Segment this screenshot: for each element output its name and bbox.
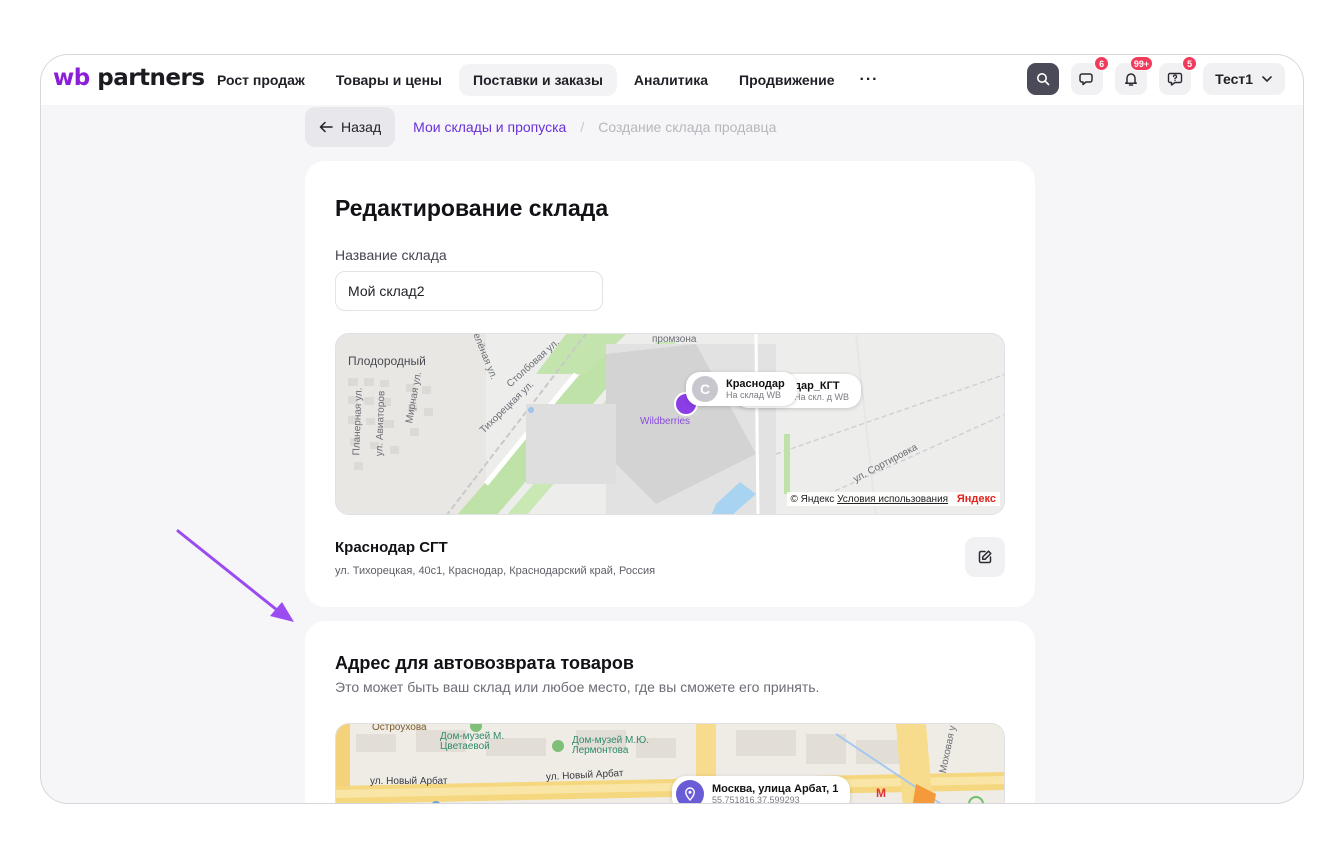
return-map-popup[interactable]: Москва, улица Арбат, 1 55.751816,37.5992… — [672, 776, 851, 804]
nav-goods-prices[interactable]: Товары и цены — [322, 64, 456, 96]
popup-primary-letter: С — [692, 376, 718, 402]
edit-icon — [978, 550, 992, 564]
back-label: Назад — [341, 119, 382, 135]
notifications-button[interactable]: 99+ — [1115, 56, 1154, 95]
main-nav: Рост продаж Товары и цены Поставки и зак… — [203, 64, 886, 96]
edit-address-button[interactable] — [965, 537, 1005, 577]
nav-more-button[interactable]: ··· — [852, 65, 887, 95]
breadcrumb-current: Создание склада продавца — [598, 119, 777, 135]
return-address-map[interactable]: Остроухова Дом-музей М. Цветаевой Дом-му… — [335, 723, 1005, 804]
map-label-promzona: промзона — [652, 334, 697, 345]
search-icon — [1037, 73, 1050, 86]
return-address-title: Адрес для автовозврата товаров — [335, 653, 634, 673]
chevron-down-icon — [1262, 76, 1272, 82]
nav-supplies-orders[interactable]: Поставки и заказы — [459, 64, 617, 96]
search-button[interactable] — [1027, 63, 1060, 95]
map-label-noviy-arbat-1: ул. Новый Арбат — [370, 776, 448, 787]
help-icon — [1167, 72, 1183, 86]
return-address-card: Адрес для автовозврата товаров Это может… — [305, 621, 1035, 804]
breadcrumb-link-warehouses[interactable]: Мои склады и пропуска — [413, 119, 566, 135]
chat-icon — [1079, 73, 1093, 86]
back-button[interactable]: Назад — [305, 107, 396, 147]
warehouse-edit-card: Редактирование склада Название склада Мо… — [305, 161, 1035, 607]
warehouse-name-input[interactable]: Мой склад2 — [335, 271, 603, 311]
wb-partners-logo[interactable]: wb partners — [53, 65, 205, 91]
header-tools: 6 99+ 5 Тест1 — [1015, 56, 1285, 95]
bell-icon — [1125, 73, 1138, 86]
top-bar: wb partners Рост продаж Товары и цены По… — [41, 55, 1303, 105]
page-title: Редактирование склада — [335, 195, 609, 221]
map-popup-primary[interactable]: С Краснодар На склад WB — [686, 372, 797, 406]
nav-analytics[interactable]: Аналитика — [620, 64, 722, 96]
map-terms-link[interactable]: Условия использования — [837, 494, 948, 505]
map-label-tsvetaeva: Дом-музей М. Цветаевой — [440, 731, 505, 752]
return-popup-title: Москва, улица Арбат, 1 — [712, 783, 839, 795]
map-label-ostroukhova: Остроухова — [372, 723, 427, 733]
return-popup-subtitle: 55.751816,37.599293 — [712, 795, 800, 804]
warehouse-address: ул. Тихорецкая, 40с1, Краснодар, Краснод… — [335, 565, 656, 577]
popup-primary-subtitle: На склад WB — [726, 390, 782, 400]
map-label-wildberries: Wildberries — [640, 416, 691, 427]
arrow-left-icon — [319, 121, 333, 133]
metro-icon: М — [876, 786, 886, 800]
popup-secondary-subtitle: На скл. д WB — [794, 392, 850, 402]
warehouse-name-label: Название склада — [335, 247, 447, 263]
warehouse-map[interactable]: промзона Плодородный Столбовая ул. Зелён… — [335, 333, 1005, 515]
help-badge: 5 — [1182, 56, 1198, 71]
map-label-aviatorov: ул. Авиаторов — [374, 390, 388, 457]
map-label-lermontov: Дом-музей М.Ю. Лермонтова — [572, 735, 650, 756]
popup-secondary-title: дар_КГТ — [794, 380, 840, 392]
notifications-badge: 99+ — [1129, 56, 1154, 71]
app-window: wb partners Рост продаж Товары и цены По… — [40, 54, 1304, 804]
breadcrumb-separator: / — [580, 119, 585, 135]
location-pin-icon — [676, 780, 704, 803]
user-name: Тест1 — [1215, 71, 1253, 87]
warehouse-name: Краснодар СГТ — [335, 539, 448, 556]
nav-promotion[interactable]: Продвижение — [725, 64, 848, 96]
map-label-plodorodny: Плодородный — [348, 354, 426, 368]
chat-button[interactable]: 6 — [1071, 56, 1110, 95]
popup-primary-title: Краснодар — [726, 378, 785, 390]
chat-badge: 6 — [1094, 56, 1110, 71]
map-copyright: © Яндекс Условия использования Яндекс — [786, 492, 1000, 506]
return-address-subtitle: Это может быть ваш склад или любое место… — [335, 679, 820, 695]
nav-growth[interactable]: Рост продаж — [203, 64, 319, 96]
annotation-arrow — [176, 529, 294, 622]
user-menu-button[interactable]: Тест1 — [1203, 63, 1285, 95]
breadcrumb: Назад Мои склады и пропуска / Создание с… — [305, 107, 776, 147]
help-button[interactable]: 5 — [1159, 56, 1198, 95]
yandex-logo[interactable]: Яндекс — [957, 493, 996, 505]
